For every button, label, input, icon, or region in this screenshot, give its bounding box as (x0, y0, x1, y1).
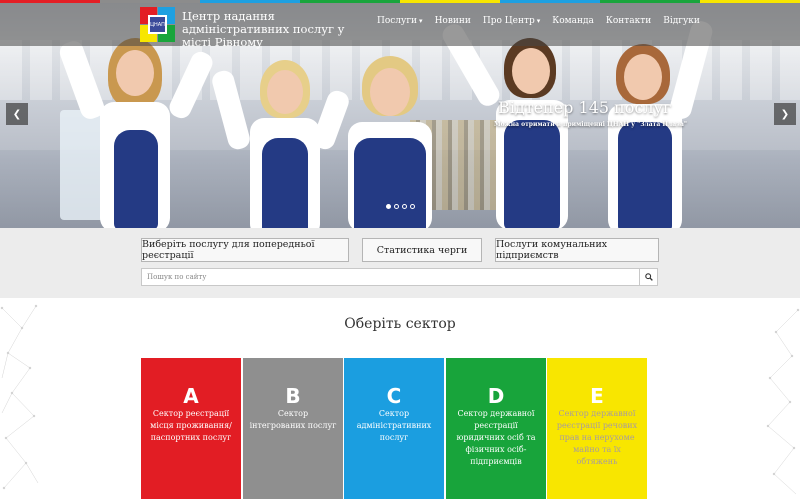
queue-stats-button[interactable]: Статистика черги (362, 238, 482, 262)
slider-dot[interactable] (386, 204, 391, 209)
sector-label: Сектор державної реєстрації речових прав… (556, 409, 638, 466)
top-color-stripe (0, 0, 800, 3)
sectors-title: Оберіть сектор (344, 316, 456, 332)
sector-tile-d[interactable]: D Сектор державної реєстрації юридичних … (446, 358, 546, 499)
search-icon (644, 273, 653, 281)
site-title[interactable]: Центр надання адміністративних послуг у … (182, 10, 362, 49)
sector-letter: С (386, 384, 402, 408)
sector-letter: В (285, 384, 301, 408)
site-logo[interactable]: ЦНАП (140, 7, 175, 42)
main-nav: Послуги ▾ Новини Про Центр ▾ Команда Кон… (377, 16, 700, 26)
slide-title: Відтепер 145 послуг (498, 98, 672, 117)
stripe-segment (600, 0, 700, 3)
nav-item-label: Контакти (605, 16, 652, 26)
site-search (141, 268, 658, 286)
nav-item-reviews[interactable]: Відгуки (663, 16, 700, 26)
chevron-down-icon: ▾ (419, 17, 423, 25)
slider-dots (386, 204, 415, 209)
nav-item-label: Послуги (377, 16, 418, 26)
nav-item-label: Відгуки (663, 16, 700, 26)
nav-item-contacts[interactable]: Контакти (606, 16, 651, 26)
site-header: ЦНАП Центр надання адміністративних посл… (0, 3, 800, 49)
search-button[interactable] (639, 269, 657, 285)
sector-label: Сектор державної реєстрації юридичних ос… (456, 409, 536, 466)
sector-letter: Е (590, 384, 604, 408)
slider-dot[interactable] (410, 204, 415, 209)
chevron-down-icon: ▾ (536, 17, 541, 25)
slide-subtitle: Можна отримати в приміщенні ЦНАП у "Злат… (494, 121, 687, 128)
stripe-segment (100, 0, 200, 3)
sector-tile-e[interactable]: Е Сектор державної реєстрації речових пр… (547, 358, 647, 499)
stripe-segment (700, 0, 800, 3)
quick-actions-strip: Виберіть послугу для попередньої реєстра… (0, 228, 800, 298)
sector-tile-a[interactable]: А Сектор реєстрації місця проживання/ па… (141, 358, 241, 499)
hero-person (330, 50, 450, 228)
nav-item-news[interactable]: Новини (435, 16, 471, 26)
nav-item-about[interactable]: Про Центр ▾ (483, 16, 540, 26)
chevron-left-icon: ❮ (12, 108, 22, 120)
slider-dot[interactable] (394, 204, 399, 209)
slider-prev-button[interactable]: ❮ (6, 103, 28, 125)
utility-services-button[interactable]: Послуги комунальних підприємств (495, 238, 659, 262)
preregistration-button[interactable]: Виберіть послугу для попередньої реєстра… (141, 238, 349, 262)
nav-item-label: Про Центр (482, 16, 535, 26)
chevron-right-icon: ❯ (780, 108, 790, 120)
slider-next-button[interactable]: ❯ (774, 103, 796, 125)
stripe-segment (300, 0, 400, 3)
nav-item-services[interactable]: Послуги ▾ (377, 16, 423, 26)
slider-dot[interactable] (402, 204, 407, 209)
sector-label: Сектор реєстрації місця проживання/ пасп… (150, 409, 232, 442)
sector-label: Сектор інтегрованих послуг (249, 409, 337, 430)
logo-center: ЦНАП (148, 15, 167, 34)
stripe-segment (500, 0, 600, 3)
sector-letter: А (183, 384, 199, 408)
nav-item-label: Новини (434, 16, 471, 26)
sector-tile-b[interactable]: В Сектор інтегрованих послуг (243, 358, 343, 499)
nav-item-team[interactable]: Команда (552, 16, 594, 26)
nav-item-label: Команда (552, 16, 594, 26)
stripe-segment (200, 0, 300, 3)
stripe-segment (0, 0, 100, 3)
hero-person (57, 20, 216, 228)
sectors-section: Оберіть сектор А Сектор реєстрації місця… (0, 298, 800, 499)
stripe-segment (400, 0, 500, 3)
sector-label: Сектор адміністративних послуг (356, 409, 432, 442)
sector-tile-c[interactable]: С Сектор адміністративних послуг (344, 358, 444, 499)
sector-letter: D (487, 384, 505, 408)
search-input[interactable] (142, 269, 639, 285)
